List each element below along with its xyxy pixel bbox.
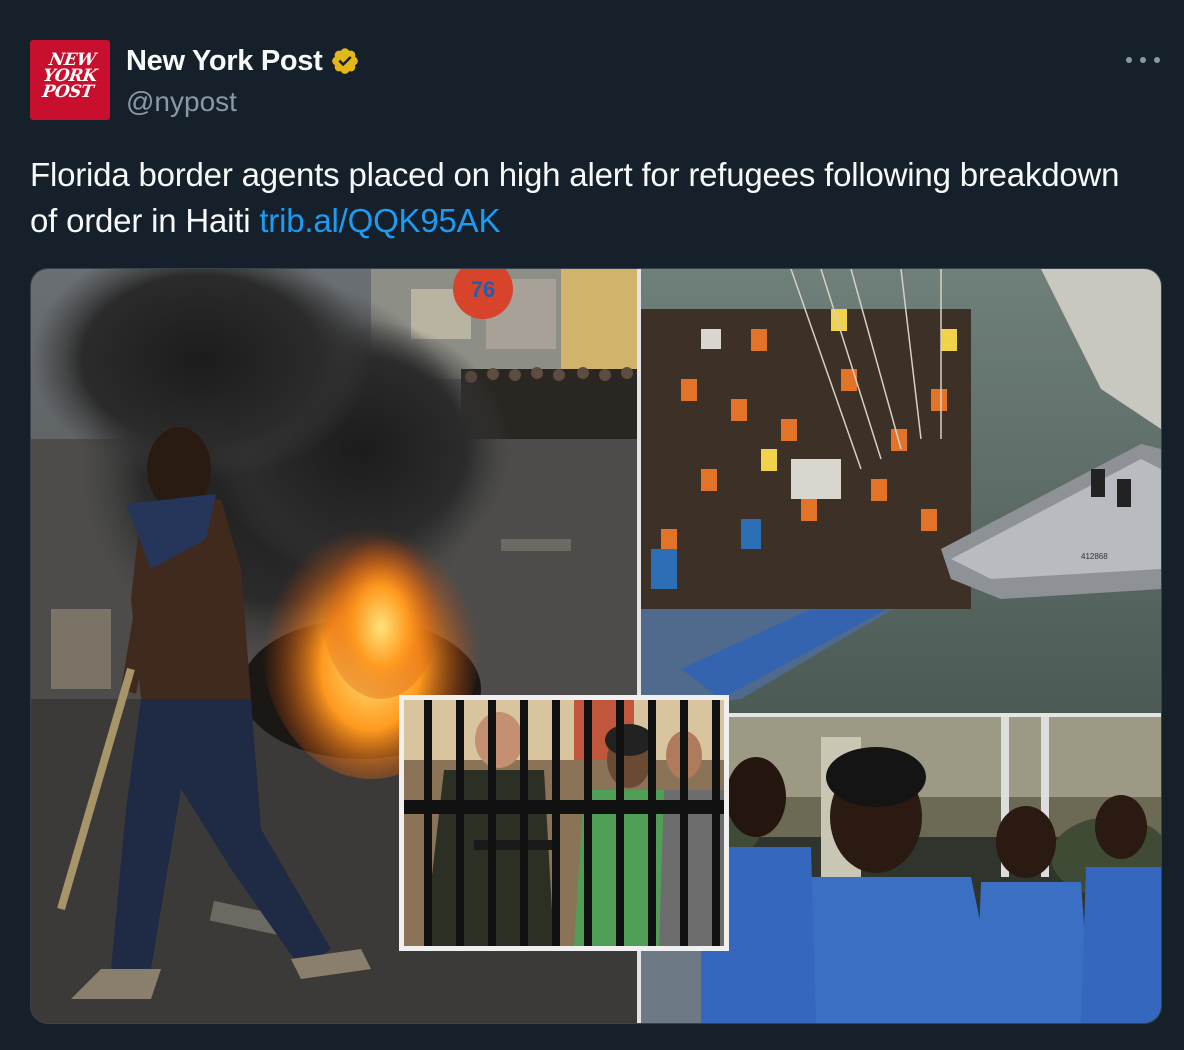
author-row: New York Post [126,42,360,80]
sign-number: 76 [471,277,495,302]
author-name[interactable]: New York Post [126,45,323,78]
more-horizontal-icon[interactable] [1126,50,1160,70]
tweet-link[interactable]: trib.al/QQK95AK [259,202,500,239]
tweet-text: Florida border agents placed on high ale… [30,152,1140,244]
nypost-avatar[interactable]: NEW YORK POST [30,40,110,120]
gold-verified-badge-icon[interactable] [330,46,360,76]
author-handle[interactable]: @nypost [126,86,237,118]
tweet-card: NEW YORK POST New York Post @nypost Flor… [0,0,1184,1050]
nypost-logo: NEW YORK POST [41,50,99,102]
photo-overcrowded-boat[interactable]: 412868 [641,269,1161,713]
tweet-media[interactable]: 76 412868 [30,268,1162,1024]
tweet-body: Florida border agents placed on high ale… [30,156,1120,239]
boat-number: 412868 [1081,552,1108,561]
photo-agent-behind-bars[interactable] [399,695,729,951]
